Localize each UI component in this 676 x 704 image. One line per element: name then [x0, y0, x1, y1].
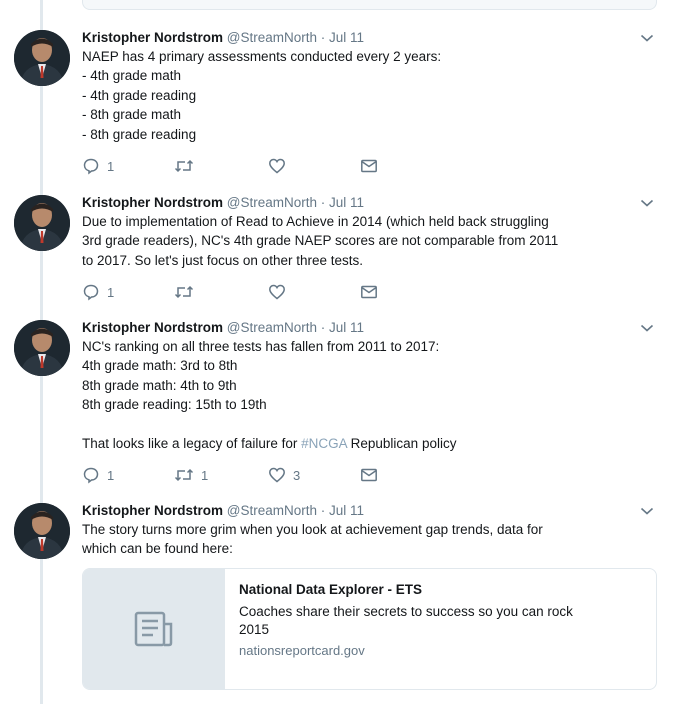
retweet-button[interactable] — [174, 282, 201, 302]
retweet-button[interactable]: 1 — [174, 465, 208, 485]
tweet-text: NC's ranking on all three tests has fall… — [82, 337, 647, 453]
avatar[interactable] — [14, 30, 70, 86]
card-thumbnail — [83, 569, 225, 689]
card-text: National Data Explorer - ETS Coaches sha… — [239, 581, 644, 660]
tweet-actions: 1 1 3 — [82, 465, 482, 485]
avatar[interactable] — [14, 503, 70, 559]
tweet-date[interactable]: Jul 11 — [329, 30, 364, 45]
direct-message-button[interactable] — [360, 465, 378, 485]
chevron-down-icon[interactable] — [640, 198, 654, 208]
author-name[interactable]: Kristopher Nordstrom — [82, 320, 223, 335]
author-handle[interactable]: @StreamNorth — [227, 503, 317, 518]
author-name[interactable]: Kristopher Nordstrom — [82, 30, 223, 45]
heart-icon — [269, 158, 285, 174]
like-button[interactable] — [268, 156, 293, 176]
tweet-header: Kristopher Nordstrom @StreamNorth · Jul … — [82, 28, 647, 47]
like-button[interactable] — [268, 282, 293, 302]
chevron-down-icon[interactable] — [640, 323, 654, 333]
retweet-icon — [174, 468, 194, 482]
tweet-actions: 1 — [82, 156, 482, 176]
envelope-icon — [361, 159, 377, 173]
hashtag-link[interactable]: #NCGA — [301, 436, 347, 451]
reply-button[interactable]: 1 — [82, 156, 114, 176]
separator-dot: · — [320, 195, 326, 210]
tweet-header: Kristopher Nordstrom @StreamNorth · Jul … — [82, 193, 647, 212]
reply-button[interactable]: 1 — [82, 465, 114, 485]
tweet-text: NAEP has 4 primary assessments conducted… — [82, 49, 442, 142]
reply-icon — [83, 467, 99, 484]
like-count: 3 — [293, 467, 301, 483]
link-preview-card[interactable]: National Data Explorer - ETS Coaches sha… — [82, 568, 657, 690]
avatar[interactable] — [14, 195, 70, 251]
previous-card-bottom — [82, 0, 657, 10]
retweet-icon — [174, 285, 194, 299]
separator-dot: · — [320, 30, 326, 45]
tweet-header: Kristopher Nordstrom @StreamNorth · Jul … — [82, 318, 647, 337]
reply-count: 1 — [107, 467, 115, 483]
heart-icon — [269, 467, 285, 483]
retweet-button[interactable] — [174, 156, 201, 176]
direct-message-button[interactable] — [360, 282, 378, 302]
envelope-icon — [361, 285, 377, 299]
separator-dot: · — [320, 320, 326, 335]
author-name[interactable]: Kristopher Nordstrom — [82, 195, 223, 210]
author-name[interactable]: Kristopher Nordstrom — [82, 503, 223, 518]
reply-button[interactable]: 1 — [82, 282, 114, 302]
card-title: National Data Explorer - ETS — [239, 582, 423, 597]
retweet-icon — [174, 159, 194, 173]
tweet-actions: 1 — [82, 282, 482, 302]
chevron-down-icon[interactable] — [640, 33, 654, 43]
tweet-text-tail: Republican policy — [346, 436, 457, 452]
avatar[interactable] — [14, 320, 70, 376]
heart-icon — [269, 284, 285, 300]
reply-count: 1 — [107, 284, 115, 300]
tweet-text: Due to implementation of Read to Achieve… — [82, 214, 559, 268]
author-handle[interactable]: @StreamNorth — [227, 320, 317, 335]
document-icon — [134, 611, 173, 647]
envelope-icon — [361, 468, 377, 482]
card-domain: nationsreportcard.gov — [239, 643, 365, 658]
reply-icon — [83, 284, 99, 301]
direct-message-button[interactable] — [360, 156, 378, 176]
like-button[interactable]: 3 — [268, 465, 300, 485]
reply-count: 1 — [107, 158, 115, 174]
tweet-header: Kristopher Nordstrom @StreamNorth · Jul … — [82, 501, 647, 520]
separator-dot: · — [320, 503, 326, 518]
card-description: Coaches share their secrets to success s… — [239, 604, 573, 637]
tweet-date[interactable]: Jul 11 — [329, 195, 364, 210]
tweet-text-main: NC's ranking on all three tests has fall… — [82, 339, 440, 452]
author-handle[interactable]: @StreamNorth — [227, 30, 317, 45]
tweet-text: The story turns more grim when you look … — [82, 522, 543, 557]
reply-icon — [83, 158, 99, 175]
author-handle[interactable]: @StreamNorth — [227, 195, 317, 210]
tweet-date[interactable]: Jul 11 — [329, 503, 364, 518]
chevron-down-icon[interactable] — [640, 506, 654, 516]
tweet-date[interactable]: Jul 11 — [329, 320, 364, 335]
retweet-count: 1 — [201, 467, 209, 483]
